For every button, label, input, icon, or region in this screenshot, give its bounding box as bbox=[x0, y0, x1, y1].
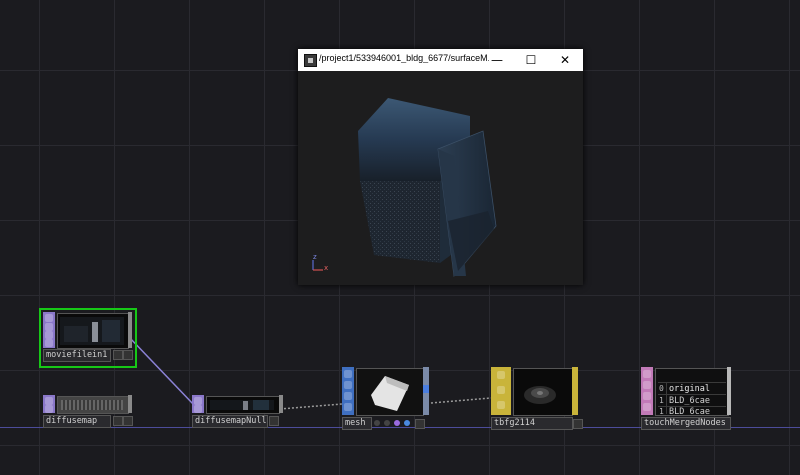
node-flag-viewer[interactable] bbox=[113, 350, 123, 360]
node-output-bar bbox=[279, 395, 283, 413]
node-op-strip bbox=[43, 395, 55, 413]
node-touchMergedNodes[interactable]: 0 original 1 BLD_6cae 1 BLD_6cae touchMe… bbox=[641, 367, 733, 430]
bypass-icon[interactable] bbox=[497, 386, 505, 394]
node-output-connector[interactable] bbox=[423, 385, 429, 393]
node-op-strip bbox=[641, 367, 653, 415]
lock-icon[interactable] bbox=[497, 401, 505, 409]
node-thumbnail bbox=[513, 368, 573, 416]
bypass-icon[interactable] bbox=[45, 405, 53, 413]
node-flag-viewer[interactable] bbox=[113, 416, 123, 426]
viewer-toggle-icon[interactable] bbox=[497, 371, 505, 379]
lock-icon[interactable] bbox=[344, 392, 352, 400]
node-output-bar bbox=[128, 395, 132, 413]
node-op-strip bbox=[342, 367, 354, 415]
bypass-icon[interactable] bbox=[45, 323, 53, 331]
viewer-titlebar[interactable]: /project1/533946001_bldg_6677/surfaceM..… bbox=[298, 49, 583, 71]
node-op-strip bbox=[192, 395, 204, 413]
node-diffusemapNull[interactable]: diffusemapNull bbox=[192, 395, 283, 428]
viewer-3d-canvas[interactable]: z x bbox=[298, 71, 583, 285]
node-tbfg2114[interactable]: tbfg2114 bbox=[491, 367, 583, 430]
node-flag-pick[interactable] bbox=[404, 420, 410, 426]
node-label[interactable]: moviefilein1 bbox=[43, 349, 111, 362]
cook-icon[interactable] bbox=[45, 339, 53, 347]
minimize-button[interactable]: — bbox=[480, 49, 514, 71]
node-flag-render[interactable] bbox=[374, 420, 380, 426]
node-label[interactable]: touchMergedNodes bbox=[641, 417, 731, 430]
node-diffusemap[interactable]: diffusemap bbox=[43, 395, 133, 428]
node-mesh[interactable]: mesh bbox=[342, 367, 432, 430]
node-op-strip bbox=[491, 367, 511, 415]
node-output-bar bbox=[572, 367, 578, 415]
table-cell: original bbox=[669, 384, 710, 394]
node-op-strip bbox=[43, 312, 55, 348]
node-thumbnail bbox=[356, 368, 424, 416]
node-moviefilein1[interactable]: moviefilein1 bbox=[43, 312, 133, 362]
node-label[interactable]: diffusemap bbox=[43, 415, 111, 428]
node-flag-template[interactable] bbox=[394, 420, 400, 426]
bypass-icon[interactable] bbox=[194, 405, 202, 413]
wire-null-to-mesh bbox=[279, 403, 343, 410]
bypass-icon[interactable] bbox=[643, 381, 651, 389]
node-output-bar bbox=[128, 312, 132, 348]
touchdesigner-app-icon bbox=[304, 54, 317, 67]
axis-gizmo: z x bbox=[310, 253, 332, 277]
building-3d-model bbox=[358, 98, 497, 277]
viewer-toggle-icon[interactable] bbox=[194, 397, 202, 405]
axis-z-label: z bbox=[313, 253, 317, 261]
node-flag-add[interactable] bbox=[573, 419, 583, 429]
node-thumbnail bbox=[57, 313, 129, 349]
node-flag-viewer[interactable] bbox=[269, 416, 279, 426]
node-thumbnail bbox=[206, 396, 280, 414]
node-flag-add[interactable] bbox=[415, 419, 425, 429]
table-cell: BLD_6cae bbox=[669, 407, 710, 416]
cook-icon[interactable] bbox=[643, 403, 651, 411]
node-output-bar bbox=[727, 367, 731, 415]
dat-table-preview: 0 original 1 BLD_6cae 1 BLD_6cae bbox=[655, 368, 729, 416]
node-label[interactable]: mesh bbox=[342, 417, 372, 430]
viewer-toggle-icon[interactable] bbox=[344, 370, 352, 378]
table-row-index: 1 bbox=[659, 396, 664, 405]
node-flag-add[interactable] bbox=[123, 416, 133, 426]
node-thumbnail bbox=[57, 396, 129, 414]
wire-moviefilein-to-null bbox=[127, 335, 195, 406]
close-button[interactable]: ✕ bbox=[548, 49, 582, 71]
node-flag-add[interactable] bbox=[123, 350, 133, 360]
wire-mesh-to-tbfg bbox=[430, 397, 492, 404]
bypass-icon[interactable] bbox=[344, 381, 352, 389]
viewer-toggle-icon[interactable] bbox=[643, 370, 651, 378]
node-flag-display[interactable] bbox=[384, 420, 390, 426]
lock-icon[interactable] bbox=[45, 331, 53, 339]
axis-x-label: x bbox=[324, 264, 329, 272]
maximize-button[interactable]: ☐ bbox=[514, 49, 548, 71]
viewer-toggle-icon[interactable] bbox=[45, 397, 53, 405]
node-label[interactable]: tbfg2114 bbox=[491, 417, 573, 430]
viewer-toggle-icon[interactable] bbox=[45, 314, 53, 322]
viewer-title: /project1/533946001_bldg_6677/surfaceM..… bbox=[319, 53, 489, 63]
node-label[interactable]: diffusemapNull bbox=[192, 415, 268, 428]
lock-icon[interactable] bbox=[643, 392, 651, 400]
table-cell: BLD_6cae bbox=[669, 396, 710, 406]
render-icon[interactable] bbox=[344, 403, 352, 411]
surface-viewer-window[interactable]: /project1/533946001_bldg_6677/surfaceM..… bbox=[298, 49, 583, 285]
table-row-index: 0 bbox=[659, 384, 664, 393]
table-row-index: 1 bbox=[659, 407, 664, 416]
